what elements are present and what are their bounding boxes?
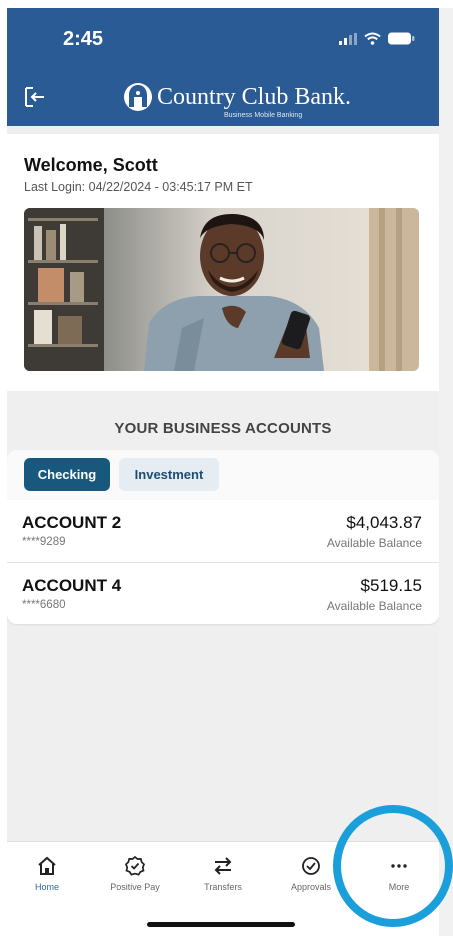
account-row[interactable]: ACCOUNT 2 ****9289 $4,043.87 Available B… [7,500,439,562]
circle-check-icon [302,857,320,875]
account-name: ACCOUNT 4 [22,576,122,595]
welcome-card: Welcome, Scott Last Login: 04/22/2024 - … [7,134,439,391]
logout-icon[interactable] [23,86,47,108]
hero-photo [24,208,419,371]
balance-label: Available Balance [326,599,422,613]
nav-positive-pay[interactable]: Positive Pay [100,856,170,892]
last-login: Last Login: 04/22/2024 - 03:45:17 PM ET [24,180,253,194]
brand-logo: Country Club Bank. [123,82,351,112]
accounts-heading: YOUR BUSINESS ACCOUNTS [114,420,332,437]
highlight-ring [333,805,453,927]
wifi-icon [364,32,381,45]
account-name: ACCOUNT 2 [22,513,122,532]
badge-check-icon [125,856,145,876]
account-list: ACCOUNT 2 ****9289 $4,043.87 Available B… [7,500,439,624]
signal-icon [339,32,357,45]
app-screen: 2:45 Country Club Bank. Business Mobile … [7,8,439,936]
account-number: ****9289 [22,536,66,548]
brand-name: Country Club Bank. [157,83,352,110]
account-row[interactable]: ACCOUNT 4 ****6680 $519.15 Available Bal… [7,562,439,624]
nav-home-label: Home [34,882,59,892]
account-number: ****6680 [22,599,66,611]
account-balance: $519.15 [360,576,422,595]
side-strip [439,8,453,936]
home-indicator [147,922,295,927]
nav-transfers-label: Transfers [204,882,242,892]
brand-subtitle: Business Mobile Banking [224,112,303,119]
tab-investment[interactable]: Investment [119,458,219,491]
status-icons [339,32,415,45]
bank-logo-icon [124,83,152,111]
balance-label: Available Balance [326,536,422,550]
status-time: 2:45 [63,28,104,50]
account-type-tabs: Checking Investment [7,450,439,500]
nav-positive-pay-label: Positive Pay [110,882,160,892]
home-icon [38,856,56,875]
nav-home[interactable]: Home [12,856,82,892]
page: 2:45 Country Club Bank. Business Mobile … [0,0,453,936]
battery-icon [388,32,415,45]
app-header: 2:45 Country Club Bank. Business Mobile … [7,8,439,126]
welcome-title: Welcome, Scott [24,155,158,175]
tab-checking[interactable]: Checking [24,458,110,491]
account-balance: $4,043.87 [346,513,422,532]
nav-transfers[interactable]: Transfers [188,856,258,892]
transfer-arrows-icon [214,857,232,875]
